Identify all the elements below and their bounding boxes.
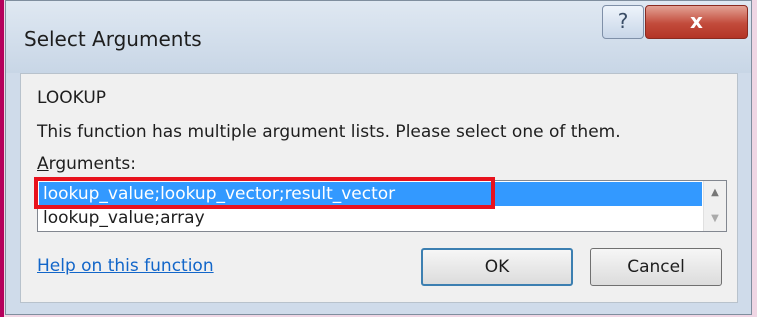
arguments-accelerator: A: [37, 154, 49, 174]
list-item-lookup-array[interactable]: lookup_value;array: [39, 206, 702, 230]
title-bar: Select Arguments ? x: [6, 1, 751, 73]
question-mark-icon: ?: [617, 9, 629, 33]
background-strip: [0, 0, 4, 317]
select-arguments-dialog: Select Arguments ? x LOOKUP This functio…: [5, 0, 752, 315]
help-button[interactable]: ?: [602, 5, 644, 39]
dialog-title: Select Arguments: [24, 27, 202, 51]
scroll-down-icon[interactable]: ▼: [704, 209, 726, 229]
red-highlight-annotation: [34, 177, 495, 209]
dialog-content: LOOKUP This function has multiple argume…: [20, 73, 738, 303]
scroll-up-icon[interactable]: ▲: [704, 183, 726, 203]
close-button[interactable]: x: [645, 5, 748, 39]
function-name: LOOKUP: [37, 88, 107, 108]
arguments-label-text: rguments:: [48, 154, 136, 174]
listbox-scrollbar[interactable]: ▲ ▼: [703, 181, 726, 231]
close-icon: x: [690, 9, 703, 33]
cancel-button[interactable]: Cancel: [590, 248, 722, 286]
arguments-listbox[interactable]: lookup_value;lookup_vector;result_vector…: [34, 177, 727, 232]
function-description: This function has multiple argument list…: [37, 122, 621, 142]
arguments-label: Arguments:: [37, 154, 136, 174]
help-on-function-link[interactable]: Help on this function: [37, 256, 214, 276]
ok-button[interactable]: OK: [421, 248, 573, 286]
